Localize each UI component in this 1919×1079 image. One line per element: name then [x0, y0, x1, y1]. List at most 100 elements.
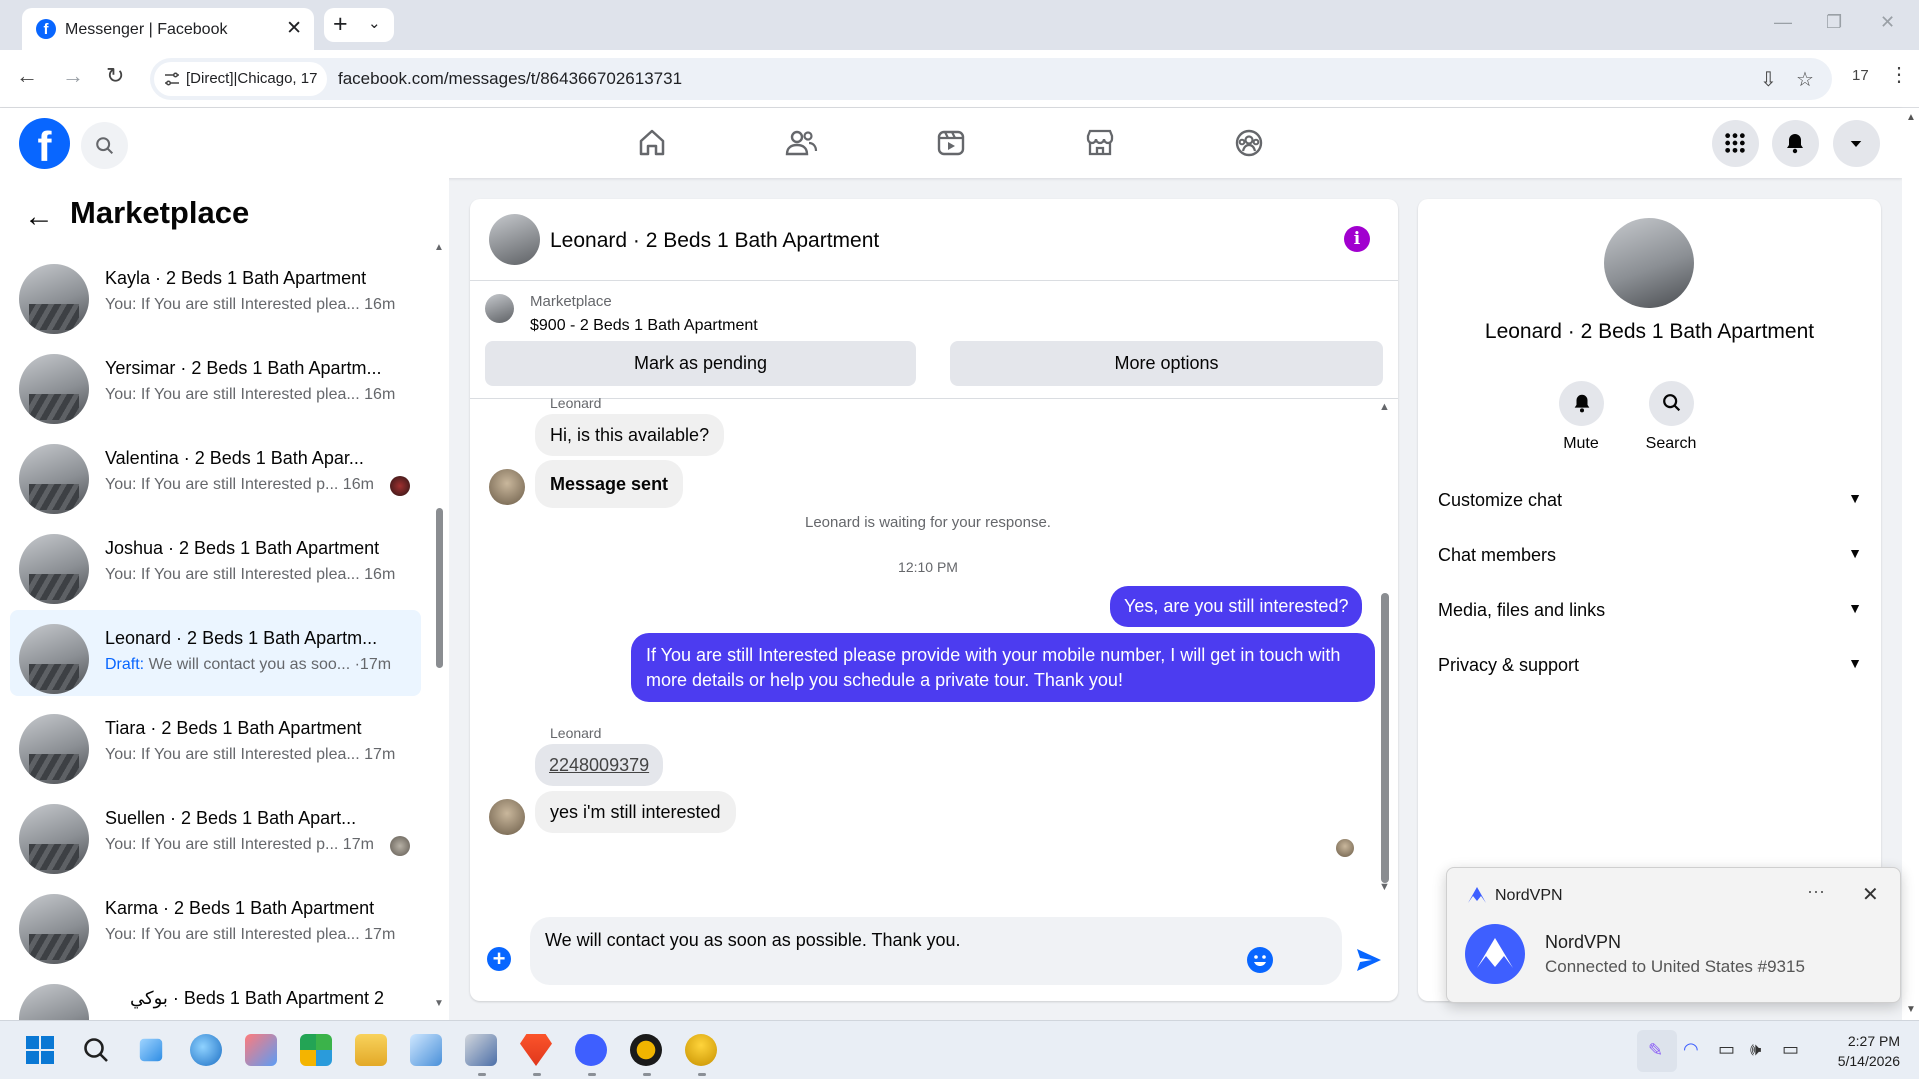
conversation-item[interactable]: بوكي · Beds 1 Bath Apartment 2: [10, 970, 421, 1020]
minimize-icon[interactable]: —: [1774, 12, 1792, 33]
tab-search-chevron-icon[interactable]: ⌄: [368, 14, 381, 32]
outgoing-message[interactable]: Yes, are you still interested?: [1110, 586, 1363, 627]
running-indicator: [478, 1073, 486, 1076]
more-options-button[interactable]: More options: [950, 341, 1383, 386]
conversation-name: Kayla · 2 Beds 1 Bath Apartment: [105, 268, 367, 288]
conversation-item-active[interactable]: Leonard · 2 Beds 1 Bath Apartm... Draft:…: [10, 610, 421, 696]
notifications-button[interactable]: [1772, 120, 1819, 167]
back-icon[interactable]: ←: [16, 63, 38, 89]
incoming-message[interactable]: Hi, is this available?: [535, 414, 725, 456]
browser-menu-icon[interactable]: ⋮: [1889, 62, 1909, 87]
section-label: Chat members: [1438, 545, 1557, 565]
new-tab-icon[interactable]: +: [333, 10, 348, 39]
new-tab-group: + ⌄: [324, 8, 394, 42]
extension-badge[interactable]: 17: [1852, 67, 1869, 84]
app-store-icon[interactable]: [300, 1034, 332, 1066]
mute-button[interactable]: Mute: [1536, 381, 1626, 453]
volume-icon[interactable]: 🕪: [1750, 1039, 1761, 1060]
nordvpn-tray-icon[interactable]: ◠: [1683, 1039, 1699, 1060]
chat-members-section[interactable]: Chat members ▼: [1438, 545, 1862, 569]
groups-icon[interactable]: [1230, 124, 1268, 162]
conversation-item[interactable]: Suellen · 2 Beds 1 Bath Apart... You: If…: [10, 790, 421, 876]
conversation-item[interactable]: Valentina · 2 Beds 1 Bath Apar... You: I…: [10, 430, 421, 516]
nordvpn-notification[interactable]: NordVPN ··· ✕ NordVPN Connected to Unite…: [1446, 867, 1901, 1003]
avatar: [19, 624, 89, 694]
battery-icon[interactable]: ▭: [1782, 1039, 1799, 1060]
chevron-down-icon: ▼: [1848, 600, 1862, 616]
mark-as-pending-button[interactable]: Mark as pending: [485, 341, 916, 386]
tab-title: Messenger | Facebook: [65, 21, 228, 38]
conversation-item[interactable]: Joshua · 2 Beds 1 Bath Apartment You: If…: [10, 520, 421, 606]
caret-down-icon: [1850, 141, 1862, 147]
search-in-conversation-button[interactable]: Search: [1626, 381, 1716, 453]
friends-icon[interactable]: [782, 124, 820, 162]
brave-browser-icon[interactable]: [520, 1034, 552, 1066]
clock-date: 5/14/2026: [1837, 1053, 1900, 1069]
conversation-scrollbar-thumb[interactable]: [436, 508, 443, 668]
url-text[interactable]: facebook.com/messages/t/864366702613731: [338, 69, 682, 89]
avatar[interactable]: [489, 214, 540, 265]
window-close-icon[interactable]: ✕: [1880, 12, 1895, 33]
browser-app-icon[interactable]: [190, 1034, 222, 1066]
conversation-item[interactable]: Tiara · 2 Beds 1 Bath Apartment You: If …: [10, 700, 421, 786]
file-explorer-icon[interactable]: [355, 1034, 387, 1066]
menu-grid-button[interactable]: [1712, 120, 1759, 167]
browser-tab[interactable]: f Messenger | Facebook ✕: [22, 8, 314, 50]
incoming-message[interactable]: Message sent: [535, 460, 684, 508]
conversation-item[interactable]: Kayla · 2 Beds 1 Bath Apartment You: If …: [10, 250, 421, 336]
search-button[interactable]: [81, 122, 128, 169]
media-files-links-section[interactable]: Media, files and links ▼: [1438, 600, 1862, 624]
tab-close-icon[interactable]: ✕: [286, 17, 302, 40]
marketplace-icon[interactable]: [1081, 124, 1119, 162]
close-icon[interactable]: ✕: [1862, 882, 1879, 907]
customize-chat-section[interactable]: Customize chat ▼: [1438, 490, 1862, 514]
ixbrowser-icon[interactable]: [630, 1034, 662, 1066]
snipping-tool-icon[interactable]: [245, 1034, 277, 1066]
avatar: [19, 444, 89, 514]
profile-avatar[interactable]: [1604, 218, 1694, 308]
scroll-up-icon[interactable]: ▲: [1379, 401, 1390, 413]
back-arrow-icon[interactable]: ←: [24, 200, 54, 234]
forward-icon[interactable]: →: [62, 63, 84, 89]
conversation-item[interactable]: Karma · 2 Beds 1 Bath Apartment You: If …: [10, 880, 421, 966]
address-bar[interactable]: [Direct]|Chicago, 17 facebook.com/messag…: [150, 58, 1832, 100]
system-clock[interactable]: 2:27 PM 5/14/2026: [1820, 1031, 1900, 1071]
facebook-logo-icon[interactable]: f: [19, 118, 70, 169]
message-input[interactable]: We will contact you as soon as possible.…: [530, 917, 1342, 985]
account-button[interactable]: [1833, 120, 1880, 167]
add-attachment-icon[interactable]: +: [487, 947, 511, 971]
phone-number-message[interactable]: 2248009379: [535, 744, 664, 786]
outgoing-message[interactable]: If You are still Interested please provi…: [631, 633, 1375, 702]
read-receipt-avatar: [1336, 839, 1354, 857]
network-icon[interactable]: ▭: [1718, 1039, 1735, 1060]
incoming-message[interactable]: yes i'm still interested: [535, 791, 736, 833]
bookmark-star-icon[interactable]: ☆: [1796, 67, 1814, 92]
task-view-icon[interactable]: [139, 1038, 163, 1062]
chat-scrollbar-thumb[interactable]: [1381, 593, 1389, 883]
chevron-down-icon: ▼: [1848, 490, 1862, 506]
reload-icon[interactable]: ↻: [106, 63, 124, 89]
video-icon[interactable]: [932, 124, 970, 162]
control-panel-icon[interactable]: [410, 1034, 442, 1066]
send-icon[interactable]: [1355, 947, 1383, 973]
conversation-item[interactable]: Yersimar · 2 Beds 1 Bath Apartm... You: …: [10, 340, 421, 426]
install-app-icon[interactable]: ⇩: [1760, 67, 1777, 92]
home-icon[interactable]: [633, 124, 671, 162]
info-icon[interactable]: i: [1344, 226, 1370, 252]
emoji-icon[interactable]: [1247, 947, 1273, 973]
more-options-icon[interactable]: ···: [1807, 881, 1825, 902]
profile-17-icon[interactable]: [685, 1034, 717, 1066]
privacy-support-section[interactable]: Privacy & support ▼: [1438, 655, 1862, 679]
chat-title[interactable]: Leonard · 2 Beds 1 Bath Apartment: [550, 229, 879, 253]
listing-title[interactable]: $900 - 2 Beds 1 Bath Apartment: [530, 317, 758, 335]
avatar: [19, 354, 89, 424]
nordvpn-taskbar-icon[interactable]: [575, 1034, 607, 1066]
search-icon[interactable]: [80, 1034, 112, 1066]
network-app-icon[interactable]: [465, 1034, 497, 1066]
windows-start-icon[interactable]: [24, 1034, 56, 1066]
site-info-chip[interactable]: [Direct]|Chicago, 17: [154, 62, 328, 96]
listing-thumbnail[interactable]: [485, 294, 514, 323]
restore-icon[interactable]: ❐: [1826, 12, 1842, 33]
pen-menu-button[interactable]: ✎: [1637, 1030, 1677, 1072]
page-scrollbar[interactable]: ▲ ▼: [1902, 108, 1919, 1020]
